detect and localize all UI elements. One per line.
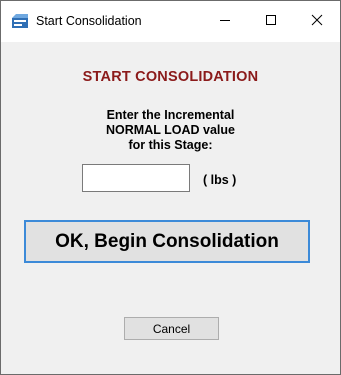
- begin-consolidation-button[interactable]: OK, Begin Consolidation: [24, 220, 310, 263]
- prompt-line: for this Stage:: [128, 138, 213, 152]
- load-prompt: Enter the Incremental NORMAL LOAD value …: [1, 108, 340, 153]
- minimize-icon: [219, 13, 231, 31]
- prompt-line: NORMAL LOAD value: [106, 123, 235, 137]
- close-button[interactable]: [294, 1, 340, 42]
- prompt-line: Enter the Incremental: [106, 108, 235, 122]
- maximize-icon: [265, 13, 277, 31]
- dialog-window: Start Consolidation START CONSOLIDATION …: [0, 0, 341, 375]
- dialog-body: START CONSOLIDATION Enter the Incrementa…: [1, 42, 340, 374]
- normal-load-input[interactable]: [82, 164, 190, 192]
- maximize-button[interactable]: [248, 1, 294, 42]
- units-label: ( lbs ): [203, 173, 237, 187]
- close-icon: [311, 13, 323, 31]
- cancel-button[interactable]: Cancel: [124, 317, 219, 340]
- title-bar[interactable]: Start Consolidation: [1, 1, 340, 42]
- app-icon: [11, 13, 29, 29]
- dialog-heading: START CONSOLIDATION: [82, 69, 259, 85]
- window-title: Start Consolidation: [36, 14, 142, 28]
- minimize-button[interactable]: [202, 1, 248, 42]
